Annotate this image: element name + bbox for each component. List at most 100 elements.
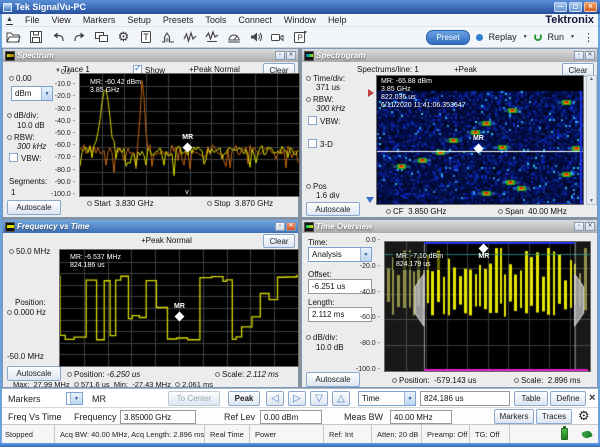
spectrogram-plot[interactable]: MR: -65.88 dBm3.85 GHz 822.036 us6/11/20… [376,75,584,205]
knob-icon[interactable] [7,113,12,118]
spectrogram-close-icon[interactable]: ✕ [585,51,595,60]
chevron-down-icon[interactable]: ▼ [404,392,415,405]
knob-icon[interactable] [7,135,12,140]
center-frequency[interactable]: CF 3.850 GHz [386,207,446,216]
menu-item[interactable]: Setup [121,15,157,25]
open-file-icon[interactable] [6,30,21,44]
spectrogram-title-bar[interactable]: Spectrogram ▫✕ [302,49,597,62]
stop-freq[interactable]: Stop 3.870 GHz [207,199,273,208]
knob-icon[interactable] [9,249,14,254]
spectrum-minimize-icon[interactable]: ▫ [275,51,285,60]
threed-checkbox-box[interactable] [308,139,317,148]
meter-icon[interactable] [226,30,241,44]
menu-item[interactable]: Connect [232,15,278,25]
span-value[interactable]: Span 40.00 MHz [498,207,567,216]
vbw-checkbox-box[interactable] [9,153,18,162]
trace-icon[interactable] [182,30,197,44]
y-position-value[interactable]: 0.000 Hz [7,308,46,317]
marker-select[interactable]: ▼ [66,392,83,405]
math-trace-icon[interactable] [204,30,219,44]
knob-icon[interactable] [207,201,212,206]
freq-vs-time-plot[interactable]: MR: -6.537 MHz824.186 us MR [59,249,299,367]
time-overview-plot[interactable]: MR: -7.10 dBm824.179 us MR [384,241,591,372]
knob-icon[interactable] [67,372,72,377]
timediv-value[interactable]: 371 us [316,83,340,92]
knob-icon[interactable] [386,209,391,214]
marker-value-input[interactable]: 824.186 us [420,391,510,406]
minimize-button[interactable]: — [554,2,567,12]
tov-position[interactable]: Position: -579.143 us [392,376,476,385]
replay-dropdown-icon[interactable]: ▼ [523,34,528,40]
tov-autoscale-button[interactable]: Autoscale [306,372,360,387]
x-position[interactable]: Position: -6.250 us [67,370,140,379]
knob-icon[interactable] [175,382,180,387]
fvt-autoscale-button[interactable]: Autoscale [7,366,61,381]
time-overview-title-bar[interactable]: Time Overview ▫✕ [302,220,597,233]
more-menu-icon[interactable]: ⋮ [583,31,594,44]
spectrum-close-icon[interactable]: ✕ [286,51,296,60]
settings-gear-icon[interactable]: ⚙ [578,409,590,423]
menu-item[interactable]: Window [278,15,322,25]
knob-icon[interactable] [7,310,12,315]
menu-item[interactable]: Tools [199,15,232,25]
preset-button[interactable]: Preset [426,30,469,45]
ref-level-value[interactable]: 0.00 [9,74,32,83]
knob-icon[interactable] [392,378,397,383]
spectrogram-scrollbar[interactable]: ▲▼ [586,75,597,205]
trigger-marker-icon[interactable] [368,89,374,97]
replay-button[interactable]: Replay [489,32,517,42]
audio-icon[interactable] [248,30,263,44]
run-button[interactable]: Run [548,32,565,42]
traces-panel-button[interactable]: Traces [536,409,572,424]
close-markers-bar-icon[interactable]: × [589,392,595,404]
knob-icon[interactable] [9,76,14,81]
peak-button[interactable]: Peak [228,391,260,406]
x-scale[interactable]: Scale: 2.112 ms [215,370,279,379]
settings-gear-icon[interactable]: ⚙ [116,30,131,44]
time-overview-minimize-icon[interactable]: ▫ [574,222,584,231]
freq-vs-time-minimize-icon[interactable]: ▫ [275,222,285,231]
lower-peak-button[interactable]: ▽ [310,391,328,406]
scroll-up-icon[interactable]: ▲ [589,76,594,82]
run-dropdown-icon[interactable]: ▼ [570,34,575,40]
marker-axis-select[interactable]: Time▼ [358,391,416,406]
spectrogram-minimize-icon[interactable]: ▫ [574,51,584,60]
prev-peak-left-button[interactable]: ◁ [266,391,284,406]
vbw-checkbox-box[interactable] [308,116,317,125]
freq-vs-time-close-icon[interactable]: ✕ [286,222,296,231]
spectrum-title-bar[interactable]: Spectrum ▫✕ [3,49,298,62]
undo-icon[interactable] [50,30,65,44]
knob-icon[interactable] [306,76,311,81]
maximize-button[interactable]: ▢ [569,2,582,12]
table-button[interactable]: Table [514,391,548,406]
markers-panel-button[interactable]: Markers [494,409,534,424]
time-overview-close-icon[interactable]: ✕ [585,222,595,231]
fvt-clear-button[interactable]: Clear [263,234,295,248]
menu-item[interactable]: Presets [157,15,200,25]
meas-bw-input[interactable]: 40.00 MHz [390,410,452,424]
threed-checkbox[interactable]: 3-D [308,139,333,149]
knob-icon[interactable] [87,201,92,206]
knob-icon[interactable] [306,184,311,189]
spectrum-autoscale-button[interactable]: Autoscale [7,200,61,215]
save-icon[interactable] [28,30,43,44]
to-center-button[interactable]: To Center [168,391,220,406]
spectrum-plot[interactable]: MR: -60.42 dBm3.85 GHz MRv [79,73,300,197]
spectrums-per-line[interactable]: Spectrums/line: 1 [357,65,419,74]
knob-icon[interactable] [306,335,311,340]
knob-icon[interactable] [514,378,519,383]
redo-icon[interactable] [72,30,87,44]
menu-item[interactable]: View [45,15,76,25]
knob-icon[interactable] [306,97,311,102]
spectrum-display-icon[interactable] [160,30,175,44]
vbw-checkbox[interactable]: VBW: [308,116,340,126]
p-button-icon[interactable]: P [292,30,307,44]
higher-peak-button[interactable]: △ [332,391,350,406]
start-freq[interactable]: Start 3.830 GHz [87,199,154,208]
time-marker-icon[interactable] [366,197,374,203]
marker-tool-icon[interactable] [138,30,153,44]
window-title-bar[interactable]: Tek SignalVu-PC — ▢ ✕ [0,0,600,14]
frequency-input[interactable]: 3.85000 GHz [120,410,196,424]
chevron-down-icon[interactable]: ▼ [70,393,82,404]
define-button[interactable]: Define [550,391,586,406]
